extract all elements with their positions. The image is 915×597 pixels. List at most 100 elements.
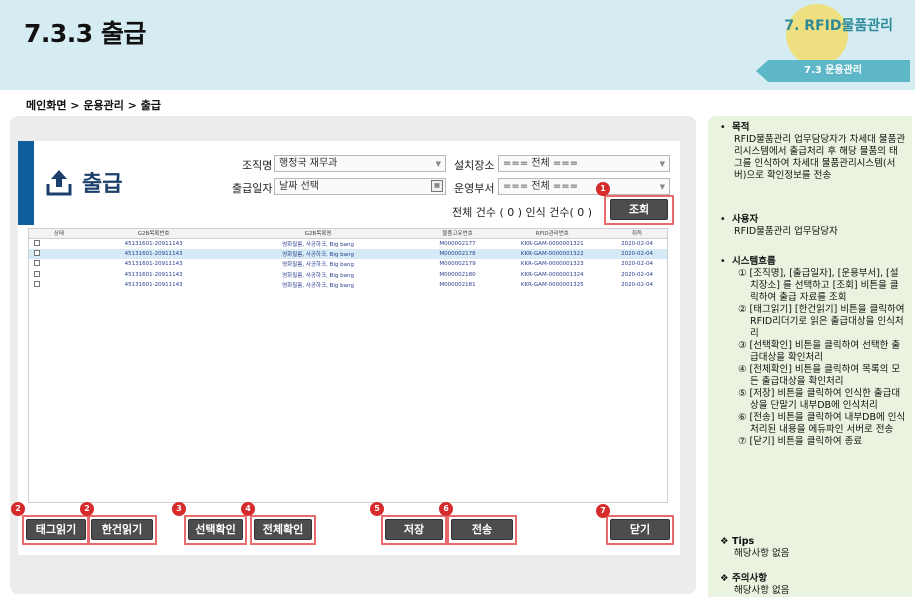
result-table[interactable]: 상태 G2B목록번호 G2B목록명 물품고유번호 RFID관리번호 취득 451… [28, 228, 668, 503]
table-row[interactable]: 45131601-20911143 영화필름, 사공하크, Big bang M… [29, 270, 667, 281]
row-checkbox[interactable] [34, 270, 40, 277]
confirm-all-button[interactable]: 전체확인 [254, 519, 312, 540]
date-field[interactable]: 날짜 선택 ▦ [274, 178, 446, 195]
chevron-down-icon: ▼ [435, 160, 441, 168]
chevron-down-icon: ▼ [659, 160, 665, 168]
cell-rfid-no: KKR-GAM-0000001325 [520, 282, 584, 289]
single-read-button[interactable]: 한건읽기 [91, 519, 153, 540]
flow-heading: 시스템흐름 [732, 256, 776, 267]
user-body: RFID물품관리 업무담당자 [734, 226, 838, 237]
step-badge-2a: 2 [11, 502, 25, 516]
upload-icon [46, 170, 72, 196]
table-row[interactable]: 45131601-20911143 영화필름, 사공하크, Big bang M… [29, 280, 667, 291]
slide-header: 7.3.3 출급 7. RFID물품관리 7.3 운용관리 [0, 0, 915, 90]
cell-item-no: M000002177 [439, 240, 476, 247]
cell-item-no: M000002178 [417, 248, 498, 259]
calendar-icon[interactable]: ▦ [431, 180, 443, 192]
flow-step: ⑥ [전송] 비튼을 클릭하여 내부DB에 인식처리된 내용을 에듀파인 서버로… [738, 412, 906, 435]
search-button[interactable]: 조회 [610, 199, 668, 220]
section-title: 7. RFID물품관리 [784, 18, 893, 34]
flow-step: ① [조직명], [출급일자], [운용부서], [설치장소] 를 선택하고 [… [738, 268, 899, 303]
flow-step: ② [태그읽기] [한건읽기] 비튼을 클릭하여 RFID리더기로 읽은 출급대… [738, 304, 905, 339]
send-button[interactable]: 전송 [451, 519, 513, 540]
info-panel: • 목적 RFID물품관리 업무담당자가 차세대 물품관리시스템에서 출급처리 후… [708, 116, 912, 597]
purpose-section: • 목적 RFID물품관리 업무담당자가 차세대 물품관리시스템에서 출급처리 후… [720, 122, 906, 182]
cell-g2b-no: 45131601-20911143 [124, 240, 183, 247]
flow-section: • 시스템흐름 ① [조직명], [출급일자], [운용부서], [설치장소] 를… [720, 256, 906, 448]
tips-section: ❖ Tips 해당사항 없음 [720, 536, 906, 560]
cell-acquired: 2020-02-04 [621, 240, 654, 247]
table-row[interactable]: 45131601-20911143 영화필름, 사공하크, Big bang M… [29, 248, 667, 259]
cell-item-no: M000002181 [439, 282, 476, 289]
purpose-body: RFID물품관리 업무담당자가 차세대 물품관리시스템에서 출급처리 후 해당 … [734, 134, 906, 181]
step-badge-3: 3 [172, 502, 186, 516]
bullet-icon: • [720, 256, 726, 267]
col-header-acquired[interactable]: 취득 [607, 229, 667, 239]
date-label: 출급일자 [232, 182, 273, 195]
cell-g2b-name: 영화필름, 사공하크, Big bang [282, 283, 354, 290]
page-heading-label: 출급 [82, 172, 123, 197]
cell-g2b-no: 45131601-20911143 [124, 282, 183, 289]
dept-label: 운영부서 [454, 182, 495, 195]
accent-bar [18, 141, 34, 225]
row-checkbox[interactable] [34, 281, 40, 288]
table-row[interactable]: 45131601-20911143 영화필름, 사공하크, Big bang M… [29, 238, 667, 249]
bullet-icon: • [720, 214, 726, 225]
flow-step: ③ [선택확인] 비튼을 클릭하여 선택한 출급대상을 확인처리 [738, 340, 901, 363]
col-header-status[interactable]: 상태 [29, 229, 89, 239]
location-label: 설치장소 [454, 159, 495, 172]
bullet-icon: • [720, 122, 726, 133]
step-badge-7: 7 [596, 504, 610, 518]
cell-rfid-no: KKR-GAM-0000001321 [520, 240, 584, 247]
caution-heading: 주의사항 [732, 573, 767, 584]
cell-rfid-no: KKR-GAM-0000001323 [520, 261, 584, 268]
confirm-selected-button[interactable]: 선택확인 [188, 519, 243, 540]
user-heading: 사용자 [732, 214, 759, 225]
cell-acquired: 2020-02-04 [621, 282, 654, 289]
tag-read-button[interactable]: 태그읽기 [26, 519, 86, 540]
chevron-down-icon: ▼ [659, 183, 665, 191]
cell-g2b-name: 영화필름, 사공하크, Big bang [282, 241, 354, 248]
step-badge-2b: 2 [80, 502, 94, 516]
step-badge-4: 4 [241, 502, 255, 516]
cell-g2b-no: 45131601-20911143 [88, 248, 219, 259]
cell-acquired: 2020-02-04 [607, 248, 667, 259]
cell-g2b-no: 45131601-20911143 [124, 271, 183, 278]
count-summary: 전체 건수 ( 0 ) 인식 건수( 0 ) [452, 206, 593, 219]
tips-heading: Tips [732, 536, 755, 547]
cell-item-no: M000002180 [439, 271, 476, 278]
cell-acquired: 2020-02-04 [621, 261, 654, 268]
cell-g2b-name: 영화필름, 사공하크, Big bang [218, 248, 418, 259]
date-field-placeholder: 날짜 선택 [279, 181, 319, 192]
cell-g2b-name: 영화필름, 사공하크, Big bang [282, 262, 354, 269]
table-header-row: 상태 G2B목록번호 G2B목록명 물품고유번호 RFID관리번호 취득 [29, 229, 667, 239]
row-checkbox[interactable] [34, 249, 40, 256]
row-checkbox[interactable] [34, 239, 40, 246]
page-heading: 출급 [44, 166, 122, 198]
org-select[interactable]: 행정국 재무과 ▼ [274, 155, 446, 172]
close-button[interactable]: 닫기 [610, 519, 670, 540]
col-header-g2b-name[interactable]: G2B목록명 [218, 229, 418, 239]
table-row[interactable]: 45131601-20911143 영화필름, 사공하크, Big bang M… [29, 259, 667, 270]
location-select[interactable]: === 전체 === ▼ [498, 155, 670, 172]
cell-item-no: M000002179 [439, 261, 476, 268]
location-select-value: === 전체 === [503, 158, 579, 169]
col-header-rfid-no[interactable]: RFID관리번호 [497, 229, 608, 239]
save-button[interactable]: 저장 [385, 519, 443, 540]
cell-g2b-name: 영화필름, 사공하크, Big bang [282, 272, 354, 279]
row-checkbox[interactable] [34, 260, 40, 267]
tips-body: 해당사항 없음 [734, 548, 790, 559]
slide-title: 7.3.3 출급 [24, 19, 146, 48]
col-header-g2b-no[interactable]: G2B목록번호 [88, 229, 219, 239]
flow-step: ⑦ [닫기] 비튼을 클릭하여 종료 [738, 436, 863, 447]
diamond-bullet-icon: ❖ [720, 573, 729, 584]
caution-body: 해당사항 없음 [734, 585, 790, 596]
dept-select[interactable]: === 전체 === ▼ [498, 178, 670, 195]
step-badge-1: 1 [596, 182, 610, 196]
subsection-ribbon: 7.3 운용관리 [756, 60, 910, 82]
flow-step: ⑤ [저장] 비튼을 클릭하여 인식한 출급대상을 단말기 내부DB에 인식처리 [738, 388, 901, 411]
caution-section: ❖ 주의사항 해당사항 없음 [720, 573, 906, 597]
diamond-bullet-icon: ❖ [720, 536, 729, 547]
cell-acquired: 2020-02-04 [621, 271, 654, 278]
col-header-item-no[interactable]: 물품고유번호 [417, 229, 498, 239]
